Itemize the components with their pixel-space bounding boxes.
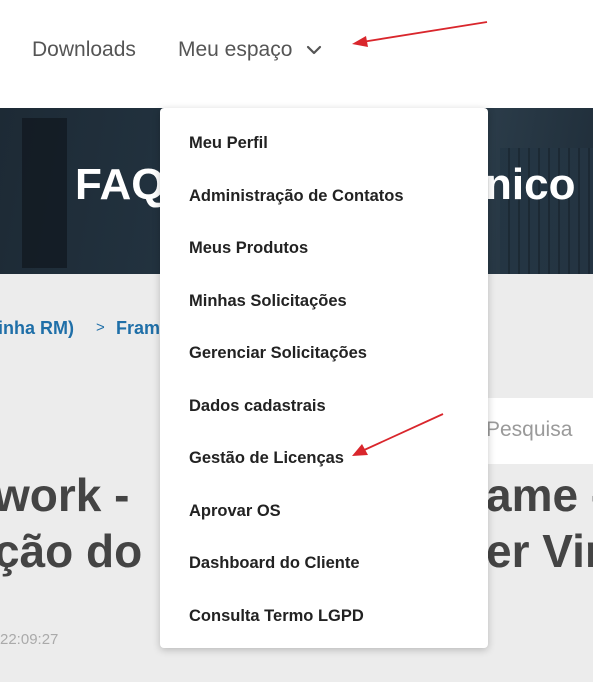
article-title-line1-right: ame - <box>486 469 593 521</box>
chevron-down-icon[interactable] <box>306 42 322 58</box>
breadcrumb-item[interactable]: inha RM) <box>0 318 74 339</box>
nav-meu-espaco-menu[interactable]: Meu espaço <box>178 38 292 62</box>
article-title-line2-right: er Vir <box>486 525 593 577</box>
menu-item-dashboard-cliente[interactable]: Dashboard do Cliente <box>189 554 360 573</box>
menu-item-administracao-contatos[interactable]: Administração de Contatos <box>189 187 404 206</box>
menu-item-dados-cadastrais[interactable]: Dados cadastrais <box>189 397 326 416</box>
article-timestamp: 22:09:27 <box>0 631 59 648</box>
hero-title-right: nico <box>485 160 576 209</box>
article-title-line1-left: work - <box>0 469 130 521</box>
search-input[interactable]: Pesquisa <box>470 398 593 464</box>
top-navigation: Downloads Meu espaço <box>0 0 593 108</box>
menu-item-gestao-licencas[interactable]: Gestão de Licenças <box>189 449 344 468</box>
article-title-line2-left: ção do <box>0 525 143 577</box>
menu-item-aprovar-os[interactable]: Aprovar OS <box>189 502 281 521</box>
nav-downloads-link[interactable]: Downloads <box>32 38 136 62</box>
menu-item-meu-perfil[interactable]: Meu Perfil <box>189 134 268 153</box>
menu-item-gerenciar-solicitacoes[interactable]: Gerenciar Solicitações <box>189 344 367 363</box>
menu-item-consulta-termo-lgpd[interactable]: Consulta Termo LGPD <box>189 607 364 626</box>
breadcrumb-separator: > <box>96 319 105 336</box>
hero-title-left: FAQ <box>75 160 166 209</box>
hero-background-tower <box>22 118 67 268</box>
menu-item-meus-produtos[interactable]: Meus Produtos <box>189 239 308 258</box>
meu-espaco-dropdown: Meu Perfil Administração de Contatos Meu… <box>160 108 488 648</box>
menu-item-minhas-solicitacoes[interactable]: Minhas Solicitações <box>189 292 347 311</box>
breadcrumb-item[interactable]: Fram <box>116 318 160 339</box>
search-placeholder: Pesquisa <box>486 418 573 441</box>
